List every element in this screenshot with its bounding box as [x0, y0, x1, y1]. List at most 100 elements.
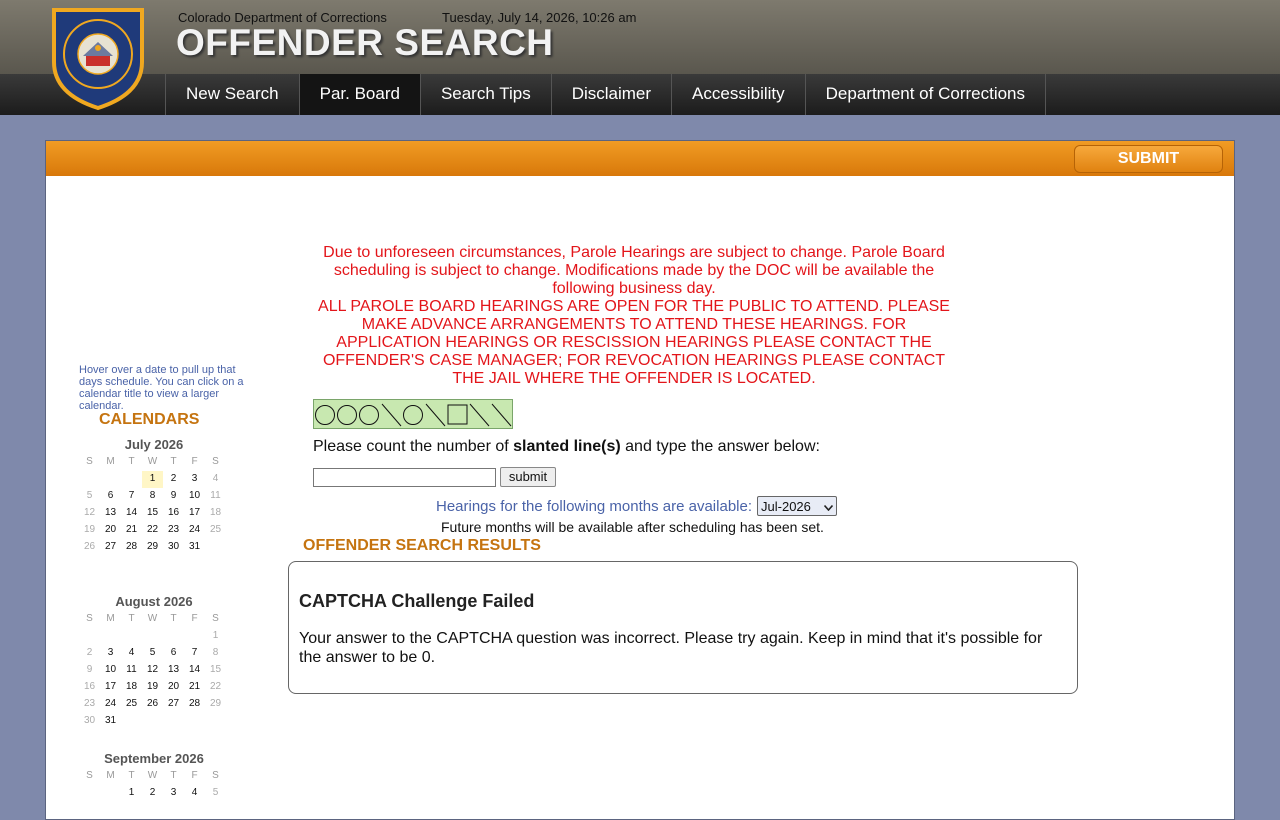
- calendar-day[interactable]: 21: [121, 522, 142, 539]
- calendar-day[interactable]: 11: [205, 488, 226, 505]
- nav-item-disclaimer[interactable]: Disclaimer: [552, 74, 673, 115]
- calendar-day[interactable]: 23: [163, 522, 184, 539]
- calendar-title[interactable]: August 2026: [79, 594, 229, 611]
- weekday-label: T: [128, 770, 135, 781]
- weekday-label: S: [212, 770, 219, 781]
- calendar-day[interactable]: 19: [142, 679, 163, 696]
- calendar-day[interactable]: 30: [163, 539, 184, 556]
- calendar-day[interactable]: 31: [184, 539, 205, 556]
- calendar-day[interactable]: 24: [184, 522, 205, 539]
- calendar-day[interactable]: 1: [205, 628, 226, 645]
- calendar-day[interactable]: 10: [100, 662, 121, 679]
- calendar-day[interactable]: 17: [184, 505, 205, 522]
- calendar-day[interactable]: 26: [79, 539, 100, 556]
- calendar-day[interactable]: 28: [121, 539, 142, 556]
- weekday-label: S: [86, 770, 93, 781]
- calendar-week-row: 1234: [79, 471, 229, 488]
- calendar-day[interactable]: 19: [79, 522, 100, 539]
- captcha-question-prefix: Please count the number of: [313, 438, 514, 455]
- calendar-day[interactable]: 12: [142, 662, 163, 679]
- captcha-shape-square: [447, 404, 468, 425]
- nav-item-accessibility[interactable]: Accessibility: [672, 74, 806, 115]
- captcha-shape-slash: [381, 403, 402, 427]
- calendar-empty-cell: [100, 628, 121, 645]
- calendar-day[interactable]: 2: [163, 471, 184, 488]
- calendar-day[interactable]: 5: [142, 645, 163, 662]
- calendar-day[interactable]: 2: [142, 785, 163, 802]
- calendar-empty-cell: [100, 471, 121, 488]
- calendar-day[interactable]: 17: [100, 679, 121, 696]
- captcha-submit-button[interactable]: submit: [500, 467, 556, 487]
- calendar-day[interactable]: 21: [184, 679, 205, 696]
- calendar-day[interactable]: 27: [163, 696, 184, 713]
- calendar-day[interactable]: 16: [79, 679, 100, 696]
- calendar-day[interactable]: 2: [79, 645, 100, 662]
- month-select[interactable]: Jul-2026: [757, 496, 838, 516]
- calendar-day[interactable]: 22: [205, 679, 226, 696]
- cdoc-seal-logo[interactable]: [50, 4, 146, 111]
- calendar-day[interactable]: 16: [163, 505, 184, 522]
- calendar-day[interactable]: 9: [79, 662, 100, 679]
- calendar-day[interactable]: 12: [79, 505, 100, 522]
- captcha-image: [313, 399, 513, 429]
- calendar-weekday-row: SMTWTFS: [79, 611, 229, 628]
- calendar-day[interactable]: 26: [142, 696, 163, 713]
- calendar-empty-cell: [79, 471, 100, 488]
- nav-item-search-tips[interactable]: Search Tips: [421, 74, 552, 115]
- calendar-title[interactable]: September 2026: [79, 751, 229, 768]
- calendar-day[interactable]: 8: [142, 488, 163, 505]
- calendar-day[interactable]: 18: [121, 679, 142, 696]
- captcha-shape-circle: [337, 405, 357, 425]
- weekday-label: S: [86, 456, 93, 467]
- calendar-day[interactable]: 4: [184, 785, 205, 802]
- captcha-answer-input[interactable]: [313, 468, 496, 487]
- calendar-day[interactable]: 20: [163, 679, 184, 696]
- calendar-day[interactable]: 13: [100, 505, 121, 522]
- calendar-weekday-row: SMTWTFS: [79, 454, 229, 471]
- calendar-day[interactable]: 13: [163, 662, 184, 679]
- calendar-day[interactable]: 23: [79, 696, 100, 713]
- calendar-day[interactable]: 29: [205, 696, 226, 713]
- nav-item-par-board[interactable]: Par. Board: [299, 74, 421, 115]
- nav-item-department-of-corrections[interactable]: Department of Corrections: [806, 74, 1047, 115]
- calendar-day[interactable]: 15: [205, 662, 226, 679]
- submit-button[interactable]: SUBMIT: [1074, 145, 1223, 173]
- calendar-empty-cell: [79, 785, 100, 802]
- calendar-day[interactable]: 5: [79, 488, 100, 505]
- calendar-day[interactable]: 8: [205, 645, 226, 662]
- calendar-day[interactable]: 20: [100, 522, 121, 539]
- calendar-title[interactable]: July 2026: [79, 437, 229, 454]
- nav-item-new-search[interactable]: New Search: [166, 74, 300, 115]
- calendar-day[interactable]: 31: [100, 713, 121, 730]
- calendar-day[interactable]: 3: [100, 645, 121, 662]
- calendar-day[interactable]: 30: [79, 713, 100, 730]
- calendar-day[interactable]: 10: [184, 488, 205, 505]
- calendar-empty-cell: [184, 713, 205, 730]
- calendar-day[interactable]: 1: [121, 785, 142, 802]
- calendar-day[interactable]: 11: [121, 662, 142, 679]
- calendar-day[interactable]: 3: [184, 471, 205, 488]
- calendar-day[interactable]: 7: [121, 488, 142, 505]
- calendar-day[interactable]: 1: [142, 471, 163, 488]
- calendar-day[interactable]: 15: [142, 505, 163, 522]
- calendar-day[interactable]: 22: [142, 522, 163, 539]
- calendar-day[interactable]: 18: [205, 505, 226, 522]
- calendar-day[interactable]: 25: [121, 696, 142, 713]
- calendar-day[interactable]: 4: [121, 645, 142, 662]
- calendar-day[interactable]: 4: [205, 471, 226, 488]
- calendar-day[interactable]: 25: [205, 522, 226, 539]
- calendar-day[interactable]: 24: [100, 696, 121, 713]
- calendar-day[interactable]: 27: [100, 539, 121, 556]
- captcha-shape-slash: [491, 403, 512, 427]
- calendar-day[interactable]: 14: [121, 505, 142, 522]
- calendar-day[interactable]: 7: [184, 645, 205, 662]
- calendar-day[interactable]: 6: [163, 645, 184, 662]
- calendar-day[interactable]: 28: [184, 696, 205, 713]
- calendar-day[interactable]: 5: [205, 785, 226, 802]
- calendar-day[interactable]: 6: [100, 488, 121, 505]
- calendar-day[interactable]: 3: [163, 785, 184, 802]
- calendar-day[interactable]: 9: [163, 488, 184, 505]
- calendar-day[interactable]: 29: [142, 539, 163, 556]
- calendar-week-row: 19 20 21 22 23 24 25: [79, 522, 229, 539]
- calendar-day[interactable]: 14: [184, 662, 205, 679]
